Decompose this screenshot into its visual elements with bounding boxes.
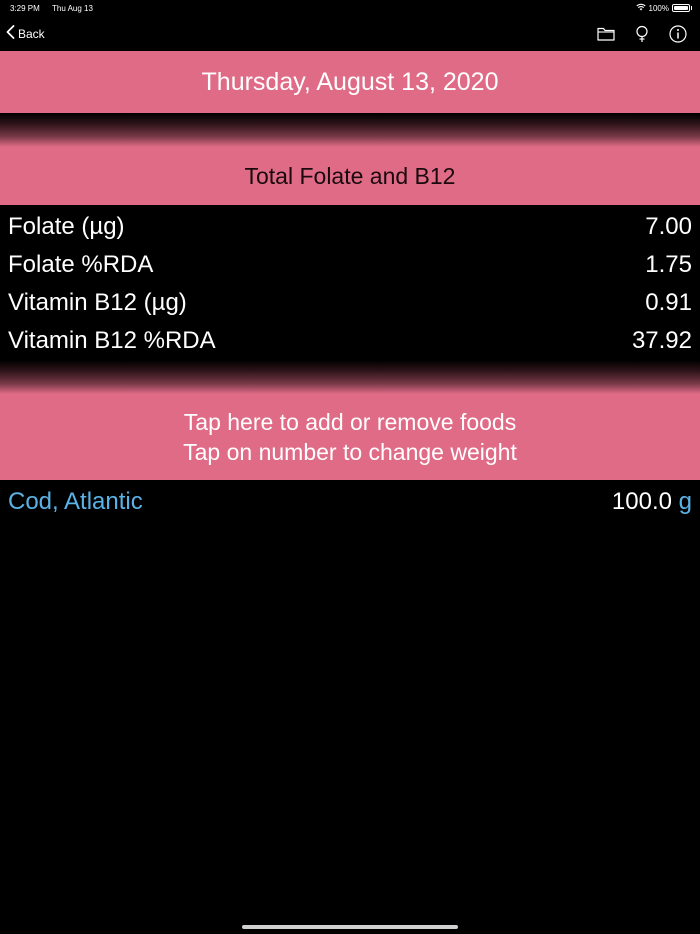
back-button[interactable]: Back (6, 25, 45, 42)
navigation-bar: Back (0, 18, 700, 50)
edit-foods-instruction: Tap here to add or remove foods (183, 409, 517, 435)
nutrient-value: 0.91 (645, 289, 692, 316)
info-icon[interactable] (668, 24, 688, 44)
folder-icon[interactable] (596, 24, 616, 44)
date-banner: Thursday, August 13, 2020 (0, 51, 700, 113)
food-weight-unit: g (678, 488, 692, 515)
back-label: Back (18, 26, 45, 41)
edit-weight-instruction: Tap on number to change weight (183, 439, 517, 465)
home-indicator[interactable] (242, 925, 458, 929)
food-name-link[interactable]: Cod, Atlantic (8, 488, 143, 516)
status-bar: 3:29 PM Thu Aug 13 100% (0, 0, 700, 18)
lightbulb-icon[interactable] (632, 24, 652, 44)
divider-gradient (0, 113, 700, 147)
status-time: 3:29 PM (10, 4, 40, 13)
nutrient-row: Folate %RDA 1.75 (0, 245, 700, 283)
nutrient-name: Vitamin B12 (µg) (8, 289, 187, 316)
nutrient-row: Vitamin B12 (µg) 0.91 (0, 283, 700, 321)
nutrient-name: Vitamin B12 %RDA (8, 327, 216, 354)
battery-nub (691, 6, 692, 10)
food-row: Cod, Atlantic 100.0 g (0, 482, 700, 522)
food-weight-button[interactable]: 100.0 g (612, 488, 692, 516)
nutrient-list: Folate (µg) 7.00 Folate %RDA 1.75 Vitami… (0, 207, 700, 359)
nutrient-value: 1.75 (645, 251, 692, 278)
nutrient-value: 37.92 (631, 327, 692, 354)
chevron-left-icon (6, 25, 15, 42)
nutrient-row: Folate (µg) 7.00 (0, 207, 700, 245)
status-date: Thu Aug 13 (52, 4, 93, 13)
nutrient-name: Folate (µg) (8, 213, 125, 240)
battery-fill (674, 6, 688, 10)
edit-foods-button[interactable]: Tap here to add or remove foods Tap on n… (0, 394, 700, 480)
battery-percent: 100% (648, 3, 669, 13)
nutrient-row: Vitamin B12 %RDA 37.92 (0, 321, 700, 359)
status-indicators: 100% (635, 3, 692, 13)
divider-gradient (0, 360, 700, 394)
section-title: Total Folate and B12 (0, 147, 700, 205)
nutrient-name: Folate %RDA (8, 251, 154, 278)
battery-icon (672, 4, 690, 12)
nav-actions (596, 24, 688, 44)
food-weight-value: 100.0 (611, 488, 672, 515)
nutrient-value: 7.00 (645, 213, 692, 240)
wifi-icon (635, 3, 646, 13)
